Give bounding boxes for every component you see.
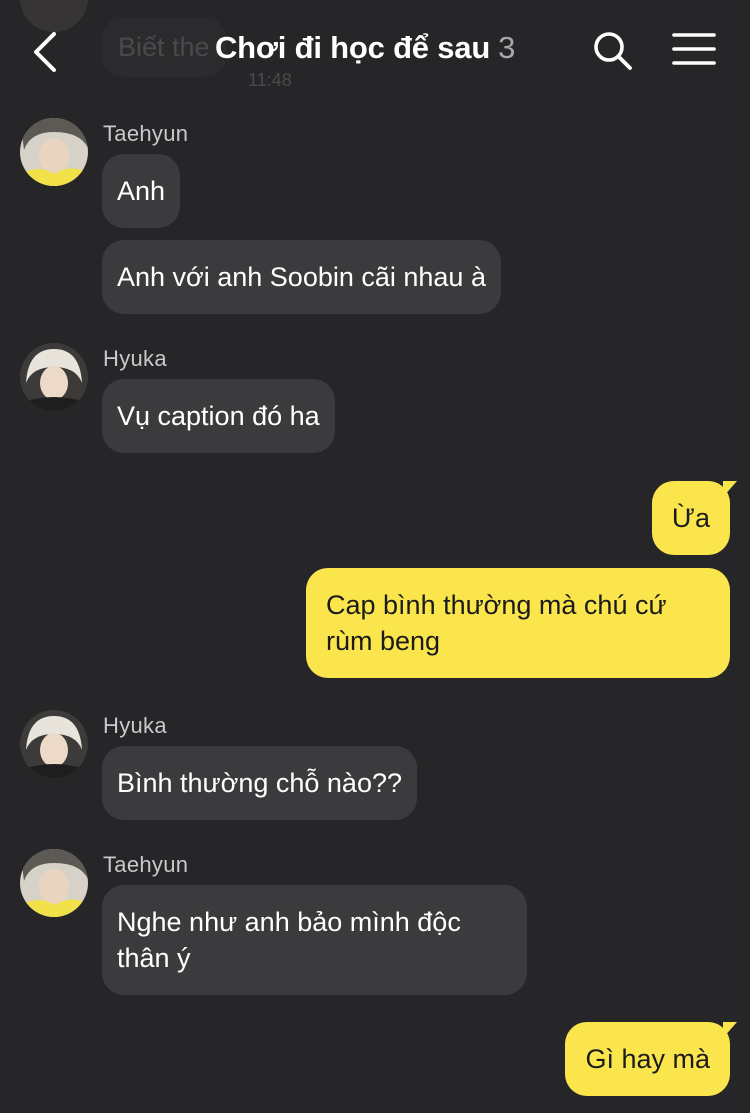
message-bubble-outgoing[interactable]: Gì hay mà bbox=[565, 1022, 737, 1096]
message-bubble: Biết the bbox=[102, 18, 226, 77]
message-time: 11:48 bbox=[248, 70, 292, 90]
avatar[interactable] bbox=[20, 849, 88, 917]
chat-header: Biết the 11:48 Chơi đi học để sau 3 bbox=[0, 0, 750, 100]
avatar[interactable] bbox=[20, 118, 88, 186]
message-bubble-outgoing[interactable]: Ừa bbox=[651, 481, 737, 555]
search-button[interactable] bbox=[592, 30, 634, 72]
hamburger-menu-icon bbox=[672, 33, 716, 65]
message-bubble[interactable]: Bình thường chỗ nào?? bbox=[102, 746, 417, 820]
message-text: Ừa bbox=[671, 503, 710, 533]
sender-name: Taehyun bbox=[103, 852, 189, 877]
back-button[interactable] bbox=[24, 28, 68, 76]
avatar[interactable] bbox=[20, 710, 88, 778]
message-bubble-outgoing[interactable]: Cap bình thường mà chú cứ rùm beng bbox=[306, 568, 730, 678]
sender-name: Hyuka bbox=[103, 346, 167, 371]
member-count: 3 bbox=[498, 30, 516, 65]
chevron-left-icon bbox=[34, 32, 56, 72]
bubble-tail bbox=[723, 1022, 737, 1038]
message-bubble[interactable]: Nghe như anh bảo mình độc thân ý bbox=[102, 885, 527, 995]
sender-name: Taehyun bbox=[103, 121, 189, 146]
bubble-tail bbox=[723, 481, 737, 497]
sender-name: Hyuka bbox=[103, 713, 167, 738]
menu-button[interactable] bbox=[672, 32, 716, 68]
avatar[interactable] bbox=[20, 343, 88, 411]
chat-title: Chơi đi học để sau 3 bbox=[215, 30, 515, 66]
message-text: Cap bình thường mà chú cứ rùm beng bbox=[326, 590, 667, 656]
message-bubble[interactable]: Vụ caption đó ha bbox=[102, 379, 335, 453]
search-icon bbox=[594, 32, 632, 70]
message-bubble[interactable]: Anh với anh Soobin cãi nhau à bbox=[102, 240, 501, 314]
message-text: Gì hay mà bbox=[585, 1044, 710, 1074]
chat-name: Chơi đi học để sau bbox=[215, 30, 491, 65]
message-bubble[interactable]: Anh bbox=[102, 154, 181, 228]
